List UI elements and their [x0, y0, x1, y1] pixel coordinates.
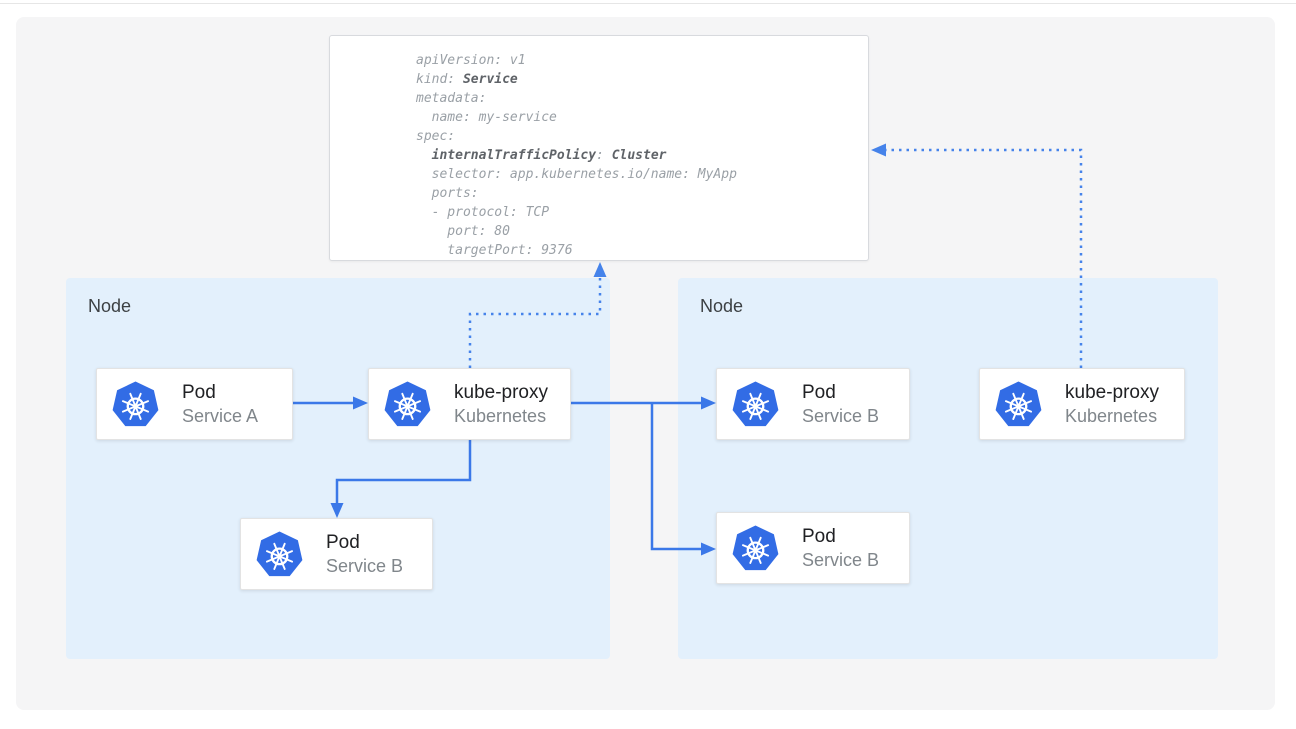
card-pod-service-b-left: Pod Service B: [240, 518, 433, 590]
node-left-label: Node: [88, 296, 131, 317]
card-subtitle: Service B: [802, 404, 879, 428]
card-title: kube-proxy: [1065, 381, 1159, 404]
card-title: Pod: [802, 381, 879, 404]
card-subtitle: Kubernetes: [454, 404, 548, 428]
card-kube-proxy-right: kube-proxy Kubernetes: [979, 368, 1185, 440]
yaml-code: apiVersion: v1kind: Servicemetadata: nam…: [416, 51, 858, 260]
card-pod-service-b-right-top: Pod Service B: [716, 368, 910, 440]
card-pod-service-b-right-bottom: Pod Service B: [716, 512, 910, 584]
kubernetes-icon: [995, 380, 1042, 429]
card-subtitle: Kubernetes: [1065, 404, 1159, 428]
kubernetes-icon: [732, 524, 779, 573]
card-title: Pod: [182, 381, 258, 404]
card-kube-proxy-left: kube-proxy Kubernetes: [368, 368, 571, 440]
service-yaml-panel: apiVersion: v1kind: Servicemetadata: nam…: [329, 35, 869, 261]
kubernetes-icon: [112, 380, 159, 429]
card-title: Pod: [802, 525, 879, 548]
node-right-label: Node: [700, 296, 743, 317]
top-divider: [0, 3, 1296, 4]
kubernetes-icon: [732, 380, 779, 429]
card-title: Pod: [326, 531, 403, 554]
kubernetes-icon: [384, 380, 431, 429]
card-pod-service-a: Pod Service A: [96, 368, 293, 440]
card-title: kube-proxy: [454, 381, 548, 404]
card-subtitle: Service B: [326, 554, 403, 578]
kubernetes-icon: [256, 530, 303, 579]
card-subtitle: Service B: [802, 548, 879, 572]
card-subtitle: Service A: [182, 404, 258, 428]
node-left: Node: [66, 278, 610, 659]
node-right: Node: [678, 278, 1218, 659]
kubernetes-service-diagram: apiVersion: v1kind: Servicemetadata: nam…: [0, 0, 1296, 729]
